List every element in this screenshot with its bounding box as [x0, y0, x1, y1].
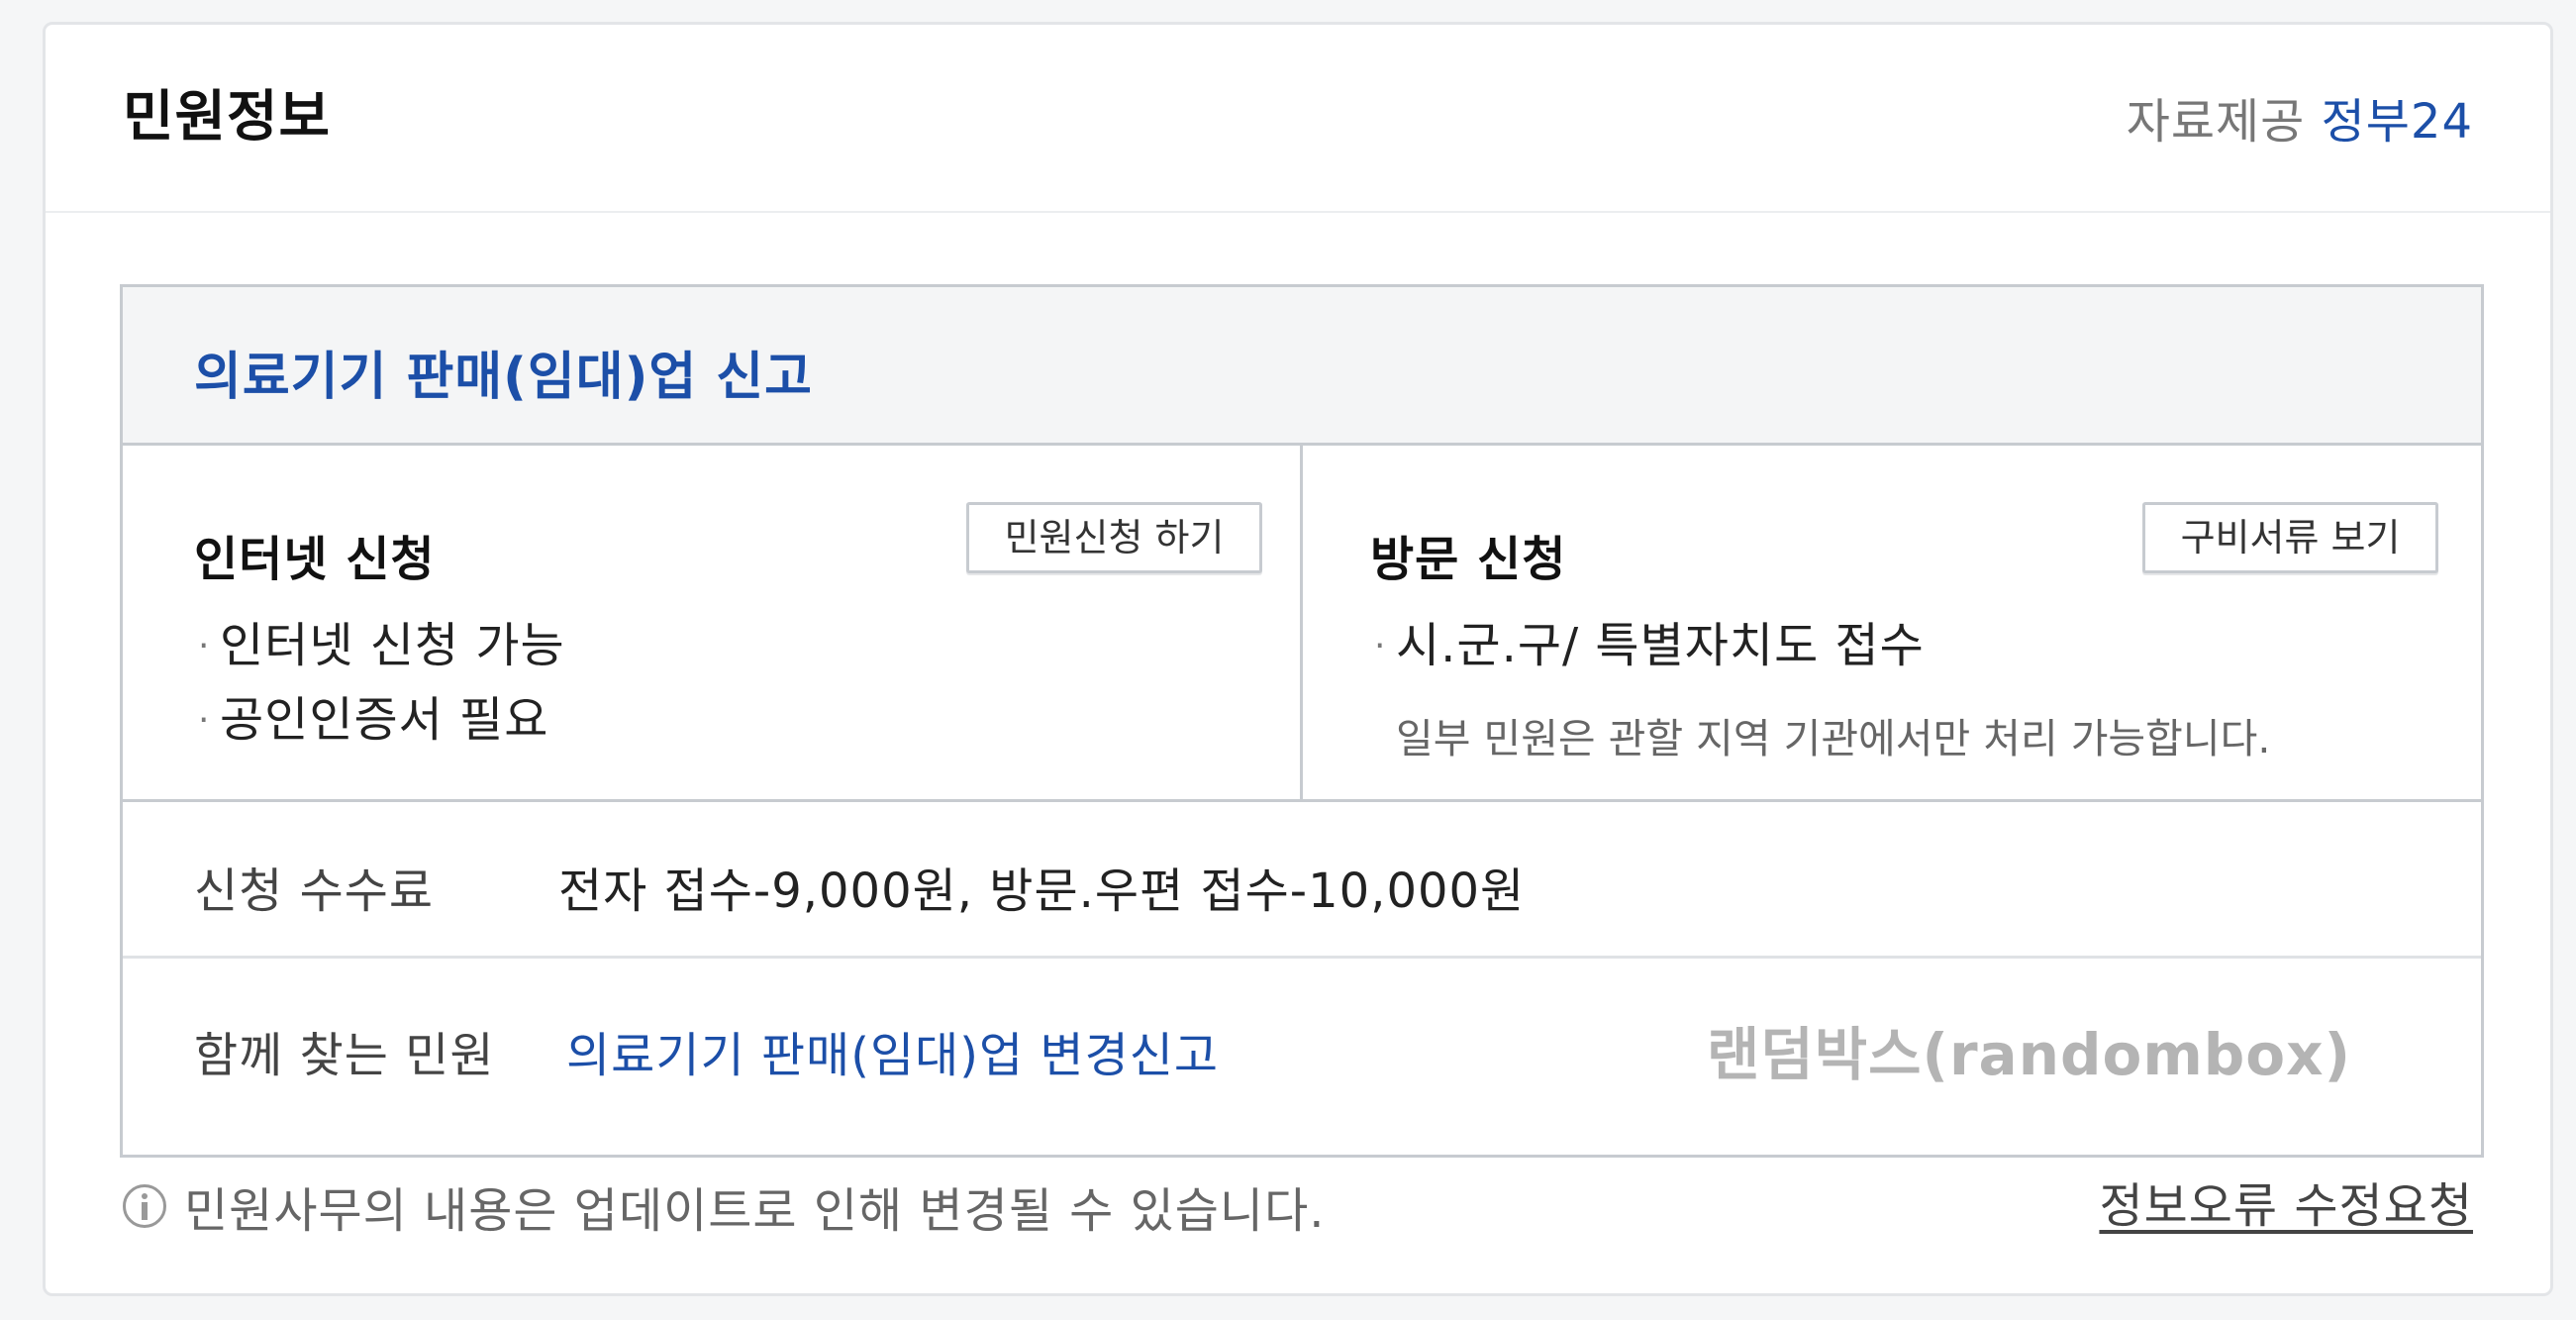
internet-application-list: · 인터넷 신청 가능 · 공인인증서 필요 — [194, 609, 565, 758]
view-required-documents-button[interactable]: 구비서류 보기 — [2142, 502, 2438, 573]
provider-name: 정부24 — [2321, 94, 2473, 150]
related-services-label: 함께 찾는 민원 — [194, 1028, 495, 1083]
list-item: · 공인인증서 필요 — [194, 683, 565, 758]
update-notice: 민원사무의 내용은 업데이트로 인해 변경될 수 있습니다. — [123, 1171, 1326, 1241]
list-item: · 시.군.구/ 특별자치도 접수 — [1370, 609, 1925, 683]
civil-info-card: 민원정보 자료제공 정부24 의료기기 판매(임대)업 신고 인터넷 신청 민원… — [43, 22, 2553, 1296]
card-title: 민원정보 — [123, 85, 332, 150]
data-provider: 자료제공 정부24 — [2127, 82, 2473, 152]
service-title: 의료기기 판매(임대)업 신고 — [194, 348, 813, 407]
apply-civil-service-button[interactable]: 민원신청 하기 — [966, 502, 1262, 573]
internet-application-heading: 인터넷 신청 — [194, 532, 436, 587]
watermark: 랜덤박스(randombox) — [1707, 1021, 2352, 1088]
update-notice-text: 민원사무의 내용은 업데이트로 인해 변경될 수 있습니다. — [184, 1183, 1326, 1239]
service-box: 의료기기 판매(임대)업 신고 인터넷 신청 민원신청 하기 · 인터넷 신청 가… — [120, 284, 2484, 1158]
bullet-dot: · — [198, 626, 211, 666]
info-icon — [123, 1184, 166, 1228]
related-service-link[interactable]: 의료기기 판매(임대)업 변경신고 — [566, 1016, 1219, 1085]
card-header: 민원정보 자료제공 정부24 — [46, 25, 2550, 213]
report-error-link[interactable]: 정보오류 수정요청 — [2099, 1167, 2473, 1236]
bullet-dot: · — [198, 700, 211, 741]
fee-label: 신청 수수료 — [194, 863, 435, 919]
visit-application-section: 방문 신청 구비서류 보기 · 시.군.구/ 특별자치도 접수 일부 민원은 관할… — [1303, 446, 2481, 802]
visit-note: 일부 민원은 관할 지역 기관에서만 처리 가능합니다. — [1396, 715, 2271, 762]
provider-label: 자료제공 — [2126, 94, 2306, 150]
internet-application-section: 인터넷 신청 민원신청 하기 · 인터넷 신청 가능 · 공인인증서 필요 — [123, 446, 1303, 802]
bullet-dot: · — [1374, 626, 1387, 666]
list-item-text: 공인인증서 필요 — [220, 692, 549, 748]
list-item-text: 인터넷 신청 가능 — [220, 618, 565, 673]
service-title-bar: 의료기기 판매(임대)업 신고 — [123, 287, 2481, 446]
visit-application-heading: 방문 신청 — [1370, 532, 1567, 587]
list-item-text: 시.군.구/ 특별자치도 접수 — [1396, 618, 1925, 673]
visit-application-list: · 시.군.구/ 특별자치도 접수 — [1370, 609, 1925, 683]
list-item: · 인터넷 신청 가능 — [194, 609, 565, 683]
fee-value: 전자 접수-9,000원, 방문.우편 접수-10,000원 — [558, 863, 1526, 919]
related-services-row: 함께 찾는 민원 의료기기 판매(임대)업 변경신고 랜덤박스(randombo… — [123, 959, 2481, 1155]
fee-row: 신청 수수료 전자 접수-9,000원, 방문.우편 접수-10,000원 — [123, 802, 2481, 959]
